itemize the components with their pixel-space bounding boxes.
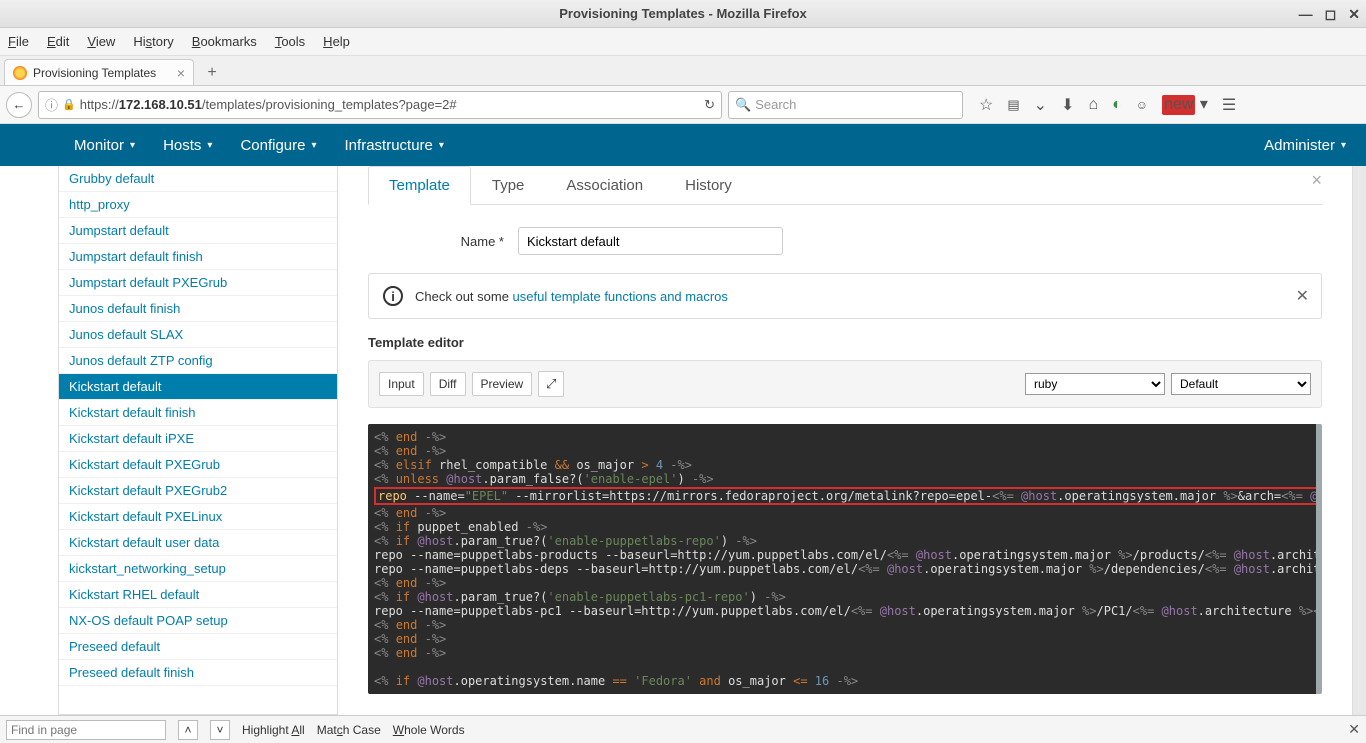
sidebar-item[interactable]: Kickstart default user data xyxy=(59,530,337,556)
downloads-icon[interactable]: ⬇ xyxy=(1061,95,1074,115)
sidebar-item[interactable]: Jumpstart default PXEGrub xyxy=(59,270,337,296)
panel-close-icon[interactable]: × xyxy=(1311,170,1322,191)
find-highlight-all[interactable]: Highlight All xyxy=(242,723,305,737)
alert-link[interactable]: useful template functions and macros xyxy=(513,289,728,304)
editor-preview-button[interactable]: Preview xyxy=(472,372,533,396)
menu-edit[interactable]: Edit xyxy=(47,34,69,49)
tab-history[interactable]: History xyxy=(664,166,753,204)
window-title: Provisioning Templates - Mozilla Firefox xyxy=(559,6,807,21)
tab-title: Provisioning Templates xyxy=(33,66,156,80)
menu-view[interactable]: View xyxy=(87,34,115,49)
sidebar-item[interactable]: Jumpstart default xyxy=(59,218,337,244)
sidebar-item[interactable]: Jumpstart default finish xyxy=(59,244,337,270)
search-placeholder: Search xyxy=(755,97,796,112)
url-bar[interactable]: ⓘ 🔒 https://172.168.10.51/templates/prov… xyxy=(38,91,722,119)
find-close-icon[interactable]: ✕ xyxy=(1348,721,1360,738)
template-sidebar: Grubby defaulthttp_proxyJumpstart defaul… xyxy=(58,166,338,715)
menu-history[interactable]: History xyxy=(133,34,173,49)
find-next-icon[interactable]: ˅ xyxy=(210,720,230,740)
alert-dismiss-icon[interactable]: ✕ xyxy=(1296,286,1309,306)
search-icon: 🔍 xyxy=(735,97,751,113)
browser-tabbar: Provisioning Templates × + xyxy=(0,56,1366,86)
editor-theme-select[interactable]: Default xyxy=(1171,373,1311,395)
main-panel: Template Type Association History × Name… xyxy=(338,166,1352,715)
bookmark-star-icon[interactable]: ☆ xyxy=(979,95,993,115)
menu-help[interactable]: Help xyxy=(323,34,350,49)
home-icon[interactable]: ⌂ xyxy=(1088,96,1098,114)
scrollbar[interactable] xyxy=(1352,166,1366,715)
find-prev-icon[interactable]: ˄ xyxy=(178,720,198,740)
find-whole-words[interactable]: Whole Words xyxy=(393,723,465,737)
menu-tools[interactable]: Tools xyxy=(275,34,305,49)
toolbar-new-badge[interactable]: new ▾ xyxy=(1162,94,1208,115)
sidebar-item[interactable]: NX-OS default POAP setup xyxy=(59,608,337,634)
find-bar: ˄ ˅ Highlight All Match Case Whole Words… xyxy=(0,715,1366,743)
extension-icon[interactable]: ◐ xyxy=(1112,96,1122,114)
nav-infrastructure[interactable]: Infrastructure xyxy=(345,137,444,154)
menu-bookmarks[interactable]: Bookmarks xyxy=(192,34,257,49)
browser-navbar: ← ⓘ 🔒 https://172.168.10.51/templates/pr… xyxy=(0,86,1366,124)
sidebar-item[interactable]: Kickstart default iPXE xyxy=(59,426,337,452)
back-button[interactable]: ← xyxy=(6,92,32,118)
info-icon: i xyxy=(383,286,403,306)
sidebar-item[interactable]: Kickstart default PXEGrub2 xyxy=(59,478,337,504)
code-editor[interactable]: <% end -%> <% end -%> <% elsif rhel_comp… xyxy=(368,424,1322,694)
sidebar-item[interactable]: Kickstart default finish xyxy=(59,400,337,426)
nav-monitor[interactable]: Monitor xyxy=(74,137,135,154)
window-maximize-icon[interactable]: ◻ xyxy=(1325,6,1337,23)
sidebar-item[interactable]: Grubby default xyxy=(59,166,337,192)
tab-close-icon[interactable]: × xyxy=(177,65,185,81)
window-minimize-icon[interactable]: — xyxy=(1299,6,1313,22)
search-box[interactable]: 🔍 Search xyxy=(728,91,963,119)
find-input[interactable] xyxy=(6,720,166,740)
sidebar-item[interactable]: Kickstart default xyxy=(59,374,337,400)
lock-icon: 🔒 xyxy=(62,98,76,111)
url-text: https://172.168.10.51/templates/provisio… xyxy=(80,97,457,112)
tab-type[interactable]: Type xyxy=(471,166,546,204)
editor-toolbar: Input Diff Preview ⤢ ruby Default xyxy=(368,360,1322,408)
editor-lang-select[interactable]: ruby xyxy=(1025,373,1165,395)
tab-template[interactable]: Template xyxy=(368,166,471,205)
sidebar-item[interactable]: kickstart_networking_setup xyxy=(59,556,337,582)
sidebar-item[interactable]: Preseed default xyxy=(59,634,337,660)
sidebar-item[interactable]: Kickstart RHEL default xyxy=(59,582,337,608)
sidebar-item[interactable]: Junos default ZTP config xyxy=(59,348,337,374)
sidebar-item[interactable]: Preseed default finish xyxy=(59,660,337,686)
info-icon[interactable]: ⓘ xyxy=(45,95,58,114)
sidebar-item[interactable]: Kickstart default PXELinux xyxy=(59,504,337,530)
tab-favicon-icon xyxy=(13,66,27,80)
nav-configure[interactable]: Configure xyxy=(240,137,316,154)
sidebar-item[interactable]: Junos default finish xyxy=(59,296,337,322)
nav-hosts[interactable]: Hosts xyxy=(163,137,212,154)
app-topnav: Monitor Hosts Configure Infrastructure A… xyxy=(0,124,1366,166)
name-input[interactable] xyxy=(518,227,783,255)
menu-file[interactable]: File xyxy=(8,34,29,49)
window-titlebar: Provisioning Templates - Mozilla Firefox… xyxy=(0,0,1366,28)
window-close-icon[interactable]: ✕ xyxy=(1348,6,1360,23)
menu-icon[interactable]: ☰ xyxy=(1222,95,1236,115)
browser-tab[interactable]: Provisioning Templates × xyxy=(4,59,194,85)
reload-icon[interactable]: ↻ xyxy=(704,97,715,113)
bookmarks-panel-icon[interactable]: ▤ xyxy=(1007,97,1019,113)
editor-input-button[interactable]: Input xyxy=(379,372,424,396)
editor-fullscreen-icon[interactable]: ⤢ xyxy=(538,371,564,397)
alert-text: Check out some useful template functions… xyxy=(415,289,728,304)
app-menubar: File Edit View History Bookmarks Tools H… xyxy=(0,28,1366,56)
info-alert: i Check out some useful template functio… xyxy=(368,273,1322,319)
new-tab-button[interactable]: + xyxy=(200,61,224,85)
tab-association[interactable]: Association xyxy=(545,166,664,204)
find-match-case[interactable]: Match Case xyxy=(317,723,381,737)
nav-administer[interactable]: Administer xyxy=(1264,137,1346,154)
editor-diff-button[interactable]: Diff xyxy=(430,372,466,396)
sidebar-item[interactable]: Junos default SLAX xyxy=(59,322,337,348)
sidebar-item[interactable]: Kickstart default PXEGrub xyxy=(59,452,337,478)
detail-tabs: Template Type Association History × xyxy=(368,166,1322,205)
profile-icon[interactable]: ☺ xyxy=(1136,98,1148,112)
sidebar-item[interactable]: http_proxy xyxy=(59,192,337,218)
name-label: Name * xyxy=(368,234,518,249)
editor-label: Template editor xyxy=(368,335,1322,350)
pocket-icon[interactable]: ⌄ xyxy=(1034,95,1047,115)
